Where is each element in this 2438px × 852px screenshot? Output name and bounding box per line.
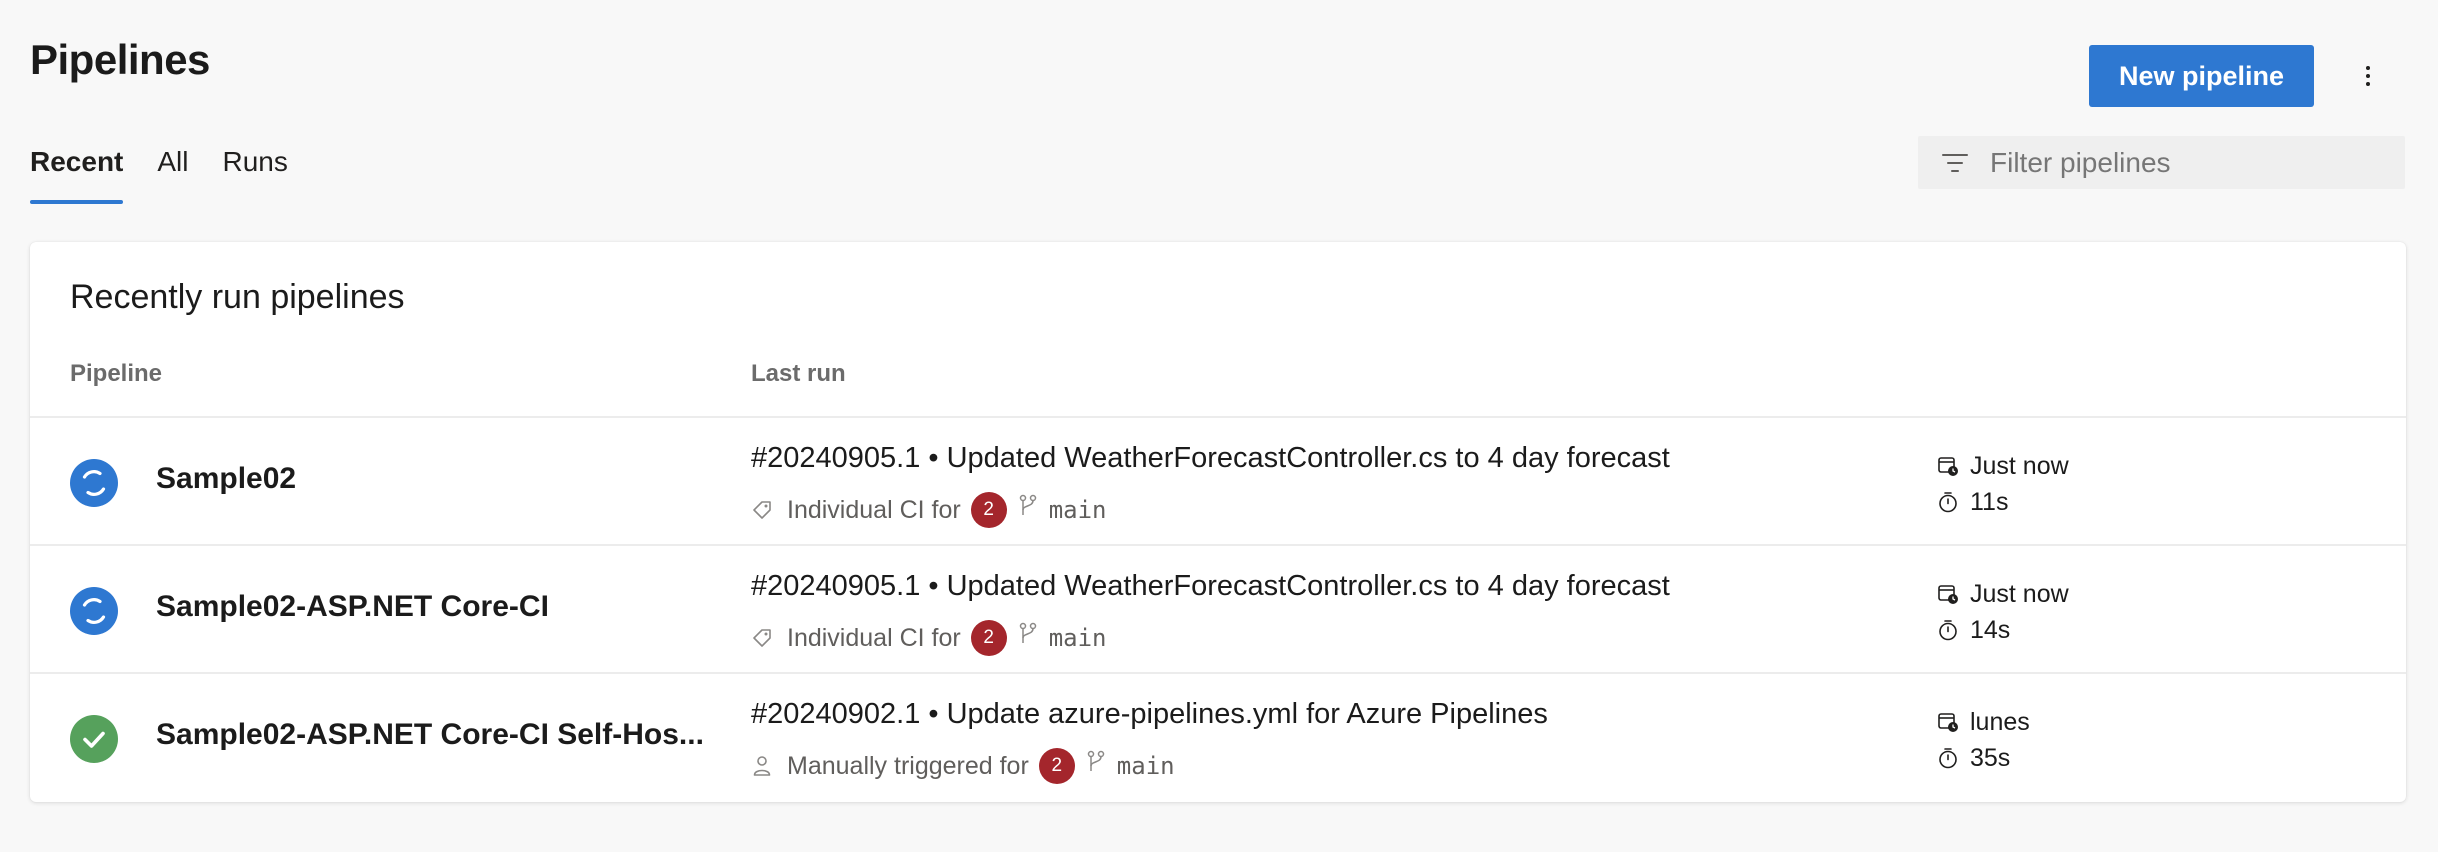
tag-icon: [753, 501, 771, 519]
stopwatch-icon: [1939, 620, 1957, 641]
table-row[interactable]: Sample02 #20240905.1 • Updated WeatherFo…: [30, 416, 2406, 544]
in-progress-status-icon: [70, 587, 118, 635]
run-duration: 11s: [1970, 487, 2009, 516]
user-avatar-badge: 2: [1038, 748, 1075, 784]
run-time-info: Just now 11s: [1937, 448, 2069, 520]
filter-icon: [1942, 153, 1968, 172]
person-icon: [753, 756, 771, 776]
run-duration: 35s: [1970, 743, 2011, 772]
table-row[interactable]: Sample02-ASP.NET Core-CI #20240905.1 • U…: [30, 544, 2406, 672]
pipeline-name[interactable]: Sample02-ASP.NET Core-CI Self-Hos...: [156, 718, 704, 752]
trigger-text: Individual CI for: [787, 623, 961, 652]
pipeline-name[interactable]: Sample02-ASP.NET Core-CI: [156, 590, 549, 624]
branch-name[interactable]: main: [1117, 752, 1175, 780]
stopwatch-icon: [1939, 492, 1957, 513]
calendar-clock-icon: [1938, 585, 1958, 604]
run-duration: 14s: [1970, 615, 2011, 644]
table-row[interactable]: Sample02-ASP.NET Core-CI Self-Hos... #20…: [30, 672, 2406, 800]
run-title[interactable]: #20240905.1 • Updated WeatherForecastCon…: [751, 570, 1670, 603]
branch-name[interactable]: main: [1049, 496, 1107, 524]
more-options-button[interactable]: [2346, 50, 2390, 102]
run-date: Just now: [1970, 451, 2069, 480]
run-time-info: lunes 35s: [1937, 704, 2030, 776]
user-avatar-badge: 2: [970, 620, 1007, 656]
calendar-clock-icon: [1938, 457, 1958, 476]
more-vertical-icon-dot: [2366, 74, 2370, 78]
tag-icon: [753, 629, 771, 647]
more-vertical-icon-dot: [2366, 82, 2370, 86]
in-progress-status-icon: [70, 459, 118, 507]
recent-pipelines-card: Recently run pipelines Pipeline Last run…: [30, 242, 2406, 802]
new-pipeline-button[interactable]: New pipeline: [2089, 45, 2314, 107]
filter-input[interactable]: [1988, 145, 2372, 180]
trigger-text: Individual CI for: [787, 495, 961, 524]
branch-icon: [1019, 494, 1036, 515]
run-title[interactable]: #20240905.1 • Updated WeatherForecastCon…: [751, 442, 1670, 475]
run-date: lunes: [1970, 707, 2030, 736]
run-date: Just now: [1970, 579, 2069, 608]
pipeline-name[interactable]: Sample02: [156, 462, 296, 496]
branch-icon: [1019, 622, 1036, 643]
tab-bar: Recent All Runs: [30, 140, 322, 210]
branch-icon: [1087, 750, 1105, 771]
more-vertical-icon: [2366, 66, 2370, 70]
column-header-last-run: Last run: [751, 360, 846, 387]
user-avatar-badge: 2: [970, 492, 1007, 528]
calendar-clock-icon: [1938, 713, 1958, 732]
run-trigger-info: Manually triggered for 2 main: [751, 748, 1175, 784]
run-trigger-info: Individual CI for 2 main: [751, 492, 1107, 528]
run-title[interactable]: #20240902.1 • Update azure-pipelines.yml…: [751, 698, 1548, 731]
filter-box[interactable]: [1918, 136, 2405, 189]
tab-recent[interactable]: Recent: [30, 140, 124, 204]
trigger-text: Manually triggered for: [787, 751, 1029, 780]
run-time-info: Just now 14s: [1937, 576, 2069, 648]
succeeded-status-icon: [70, 715, 118, 763]
run-trigger-info: Individual CI for 2 main: [751, 620, 1107, 656]
branch-name[interactable]: main: [1049, 624, 1107, 652]
card-title: Recently run pipelines: [70, 278, 405, 316]
column-header-pipeline: Pipeline: [70, 360, 163, 387]
tab-all[interactable]: All: [157, 140, 188, 204]
page-title: Pipelines: [30, 36, 210, 83]
stopwatch-icon: [1939, 748, 1957, 769]
tab-runs[interactable]: Runs: [223, 140, 288, 204]
